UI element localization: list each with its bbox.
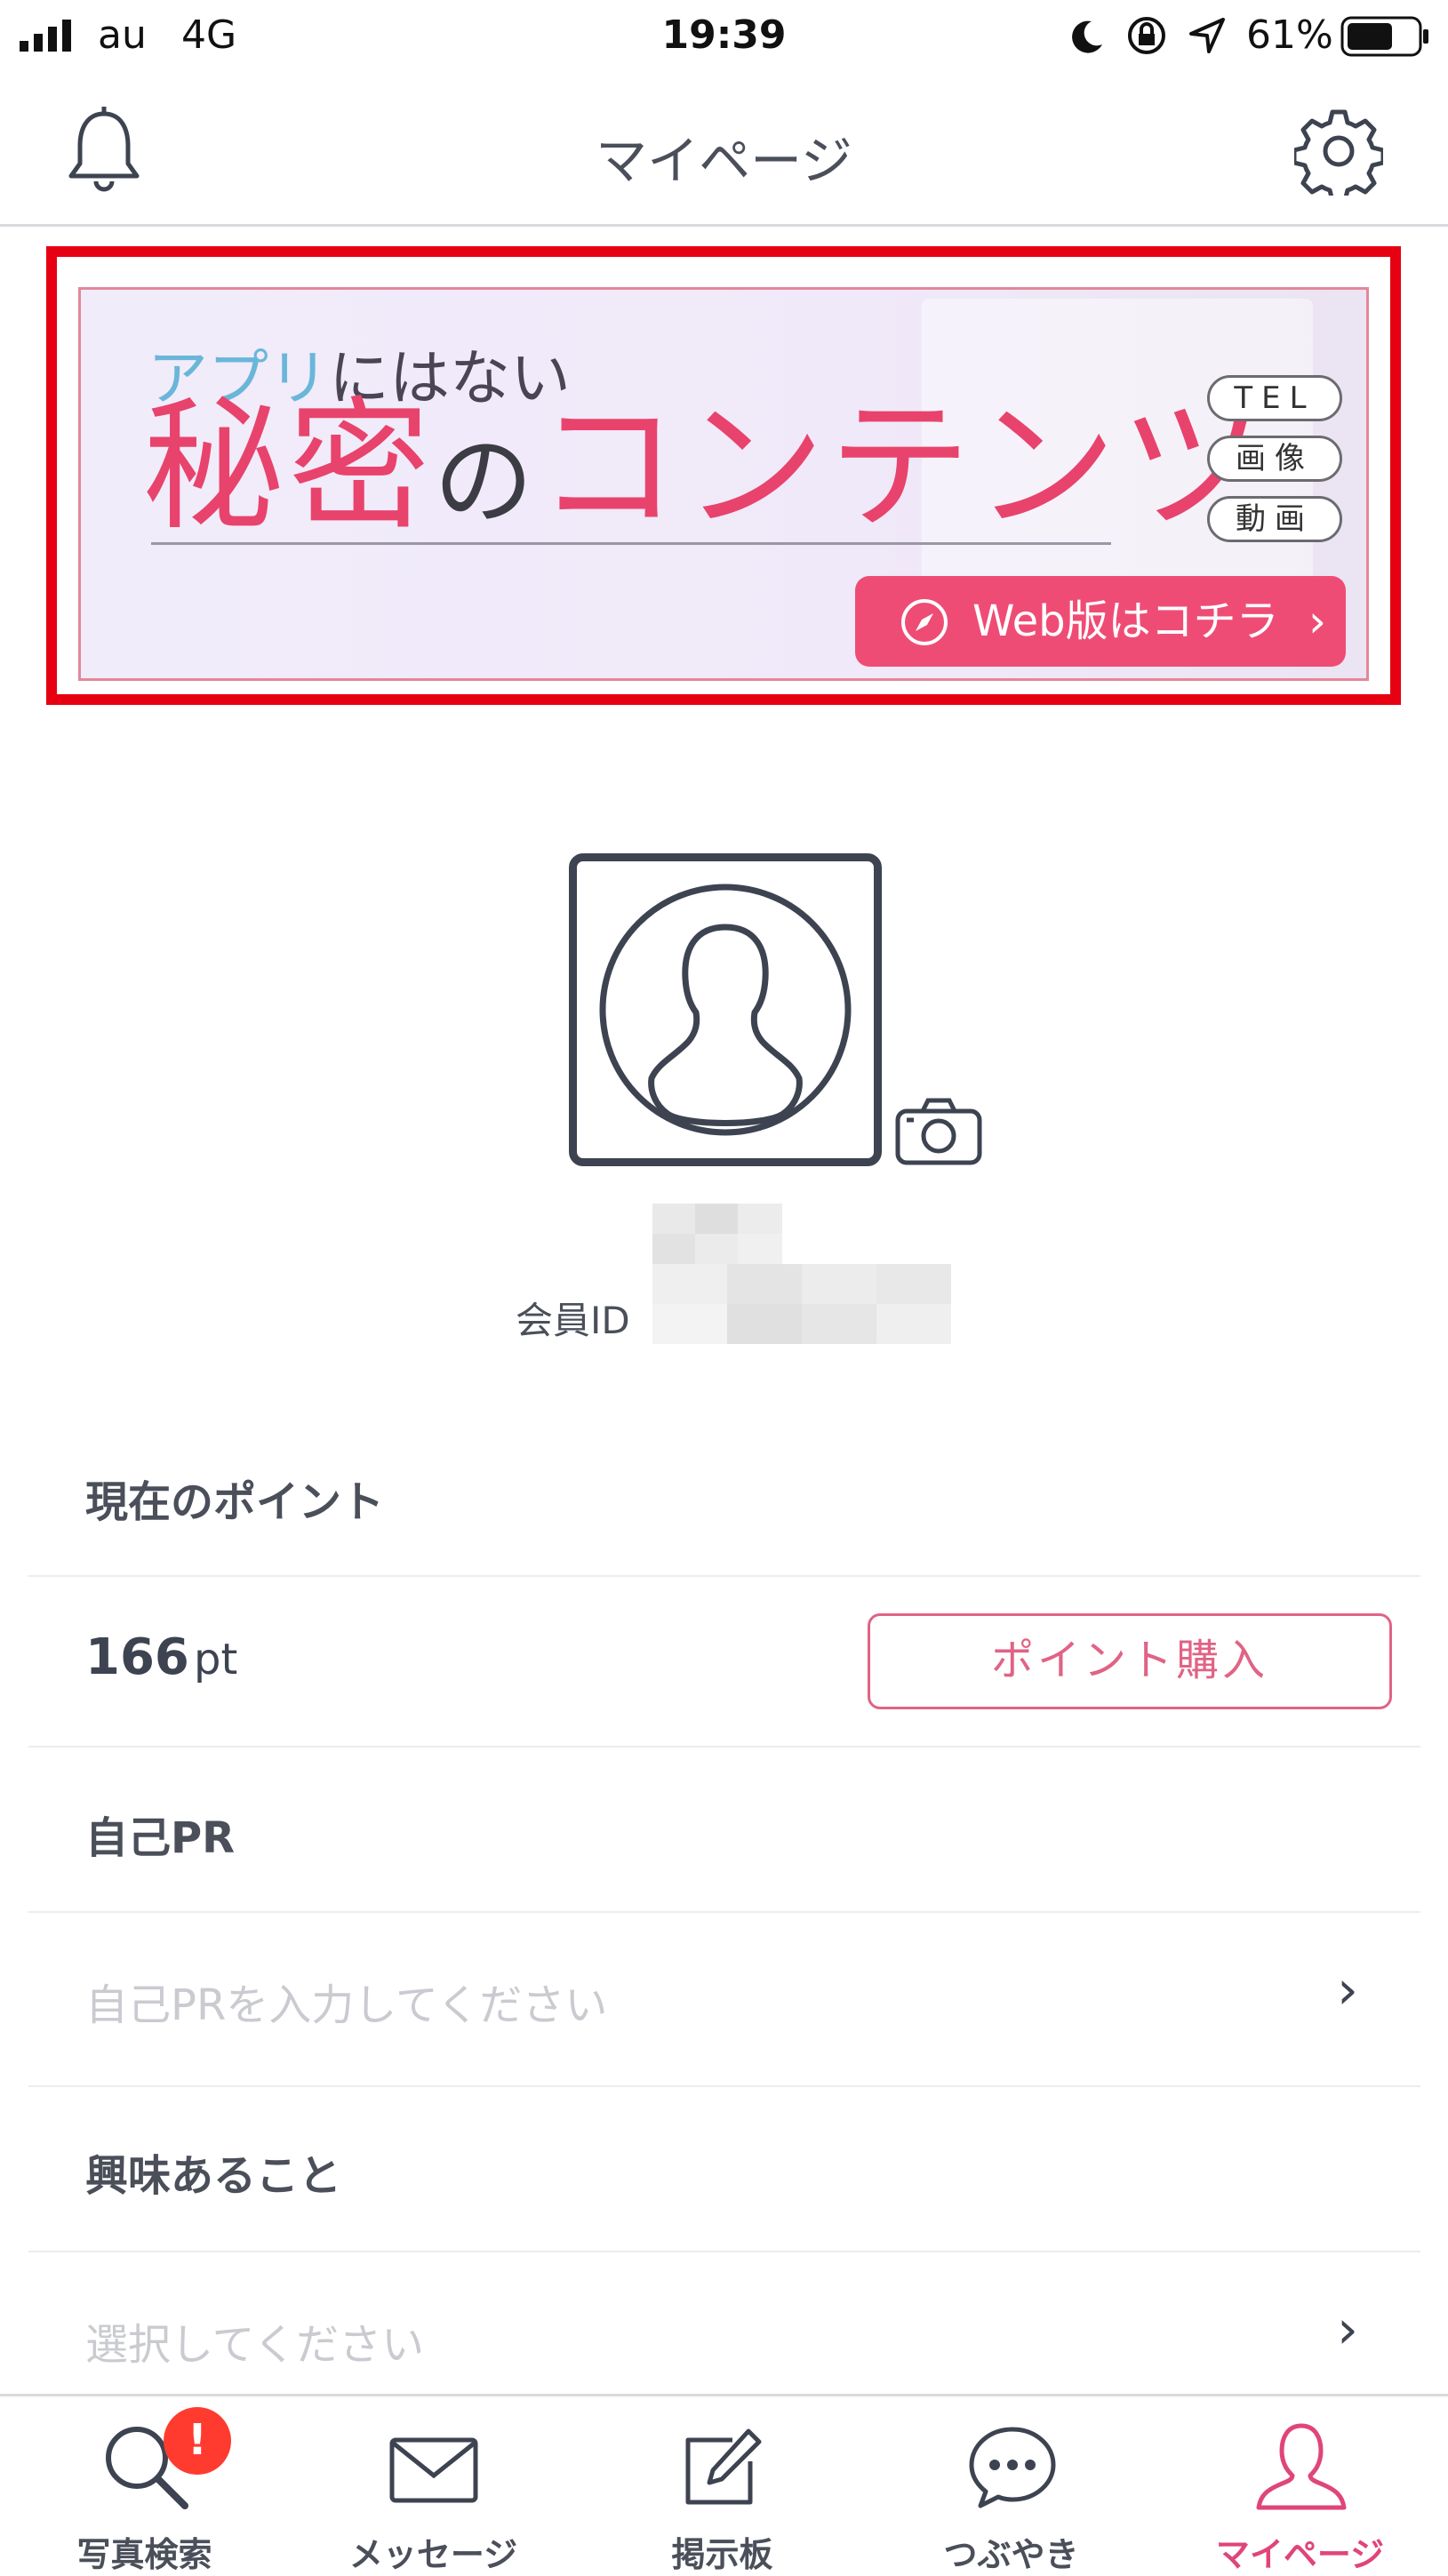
battery-percent: 61% xyxy=(1246,12,1333,58)
tab-label: メッセージ xyxy=(348,2535,518,2574)
self-pr-heading: 自己PR xyxy=(85,1813,236,1863)
self-pr-placeholder: 自己PRを入力してください xyxy=(85,1980,608,2030)
tab-tweets[interactable]: つぶやき xyxy=(867,2394,1156,2574)
chevron-right-icon: › xyxy=(1337,1959,1358,2021)
interests-heading: 興味あること xyxy=(85,2151,342,2201)
chat-bubble-icon xyxy=(969,2427,1056,2508)
banner-pill-tel: TEL xyxy=(1207,375,1342,421)
interests-row[interactable]: 選択してください › xyxy=(28,2252,1420,2393)
app-header: マイページ xyxy=(0,73,1448,227)
chevron-right-icon: › xyxy=(1308,596,1326,647)
web-version-button[interactable]: Web版はコチラ › xyxy=(855,576,1346,667)
tab-photo-search[interactable]: 写真検索 xyxy=(0,2394,289,2574)
tab-label: 掲示板 xyxy=(671,2535,773,2574)
user-icon xyxy=(1256,2423,1347,2510)
member-id-label: 会員ID xyxy=(516,1299,630,1342)
moon-icon xyxy=(1072,20,1102,53)
tab-my-page[interactable]: マイページ xyxy=(1156,2394,1444,2574)
page-title: マイページ xyxy=(596,131,852,191)
gear-icon[interactable] xyxy=(1294,107,1383,196)
clock: 19:39 xyxy=(661,12,787,58)
battery-icon xyxy=(1340,16,1428,57)
divider xyxy=(28,1746,1420,1748)
banner-headline: 秘密のコンテンツ xyxy=(142,396,1266,538)
notification-badge: ! xyxy=(164,2407,231,2475)
points-number: 166 xyxy=(85,1628,189,1686)
web-version-button-label: Web版はコチラ xyxy=(972,596,1279,646)
tab-label: 写真検索 xyxy=(76,2535,212,2574)
tab-label: マイページ xyxy=(1215,2535,1385,2574)
points-unit: pt xyxy=(194,1635,238,1684)
banner-headline-secret: 秘密 xyxy=(142,383,435,549)
chevron-right-icon: › xyxy=(1337,2299,1358,2361)
member-id-redacted xyxy=(652,1264,951,1344)
tab-messages[interactable]: メッセージ xyxy=(289,2394,578,2574)
tab-board[interactable]: 掲示板 xyxy=(578,2394,867,2574)
avatar[interactable] xyxy=(569,853,882,1166)
points-value: 166 pt xyxy=(85,1628,237,1686)
status-bar: au 4G 19:39 61% xyxy=(0,0,1448,73)
banner-underline xyxy=(151,542,1111,545)
banner-pill-image: 画像 xyxy=(1207,436,1342,482)
edit-icon xyxy=(685,2428,762,2505)
tab-label: つぶやき xyxy=(943,2535,1079,2574)
points-heading: 現在のポイント xyxy=(85,1477,385,1527)
self-pr-row[interactable]: 自己PRを入力してください › xyxy=(28,1913,1420,2084)
interests-placeholder: 選択してください xyxy=(85,2320,425,2370)
envelope-icon xyxy=(389,2437,478,2503)
divider xyxy=(28,1575,1420,1577)
camera-icon[interactable] xyxy=(894,1095,983,1166)
divider xyxy=(28,2085,1420,2087)
buy-points-button[interactable]: ポイント購入 xyxy=(868,1613,1392,1709)
user-silhouette-icon xyxy=(599,884,852,1136)
banner-pill-video: 動画 xyxy=(1207,496,1342,542)
location-icon xyxy=(1189,18,1225,53)
banner-headline-no: の xyxy=(434,424,538,540)
compass-icon xyxy=(901,599,948,645)
rotation-lock-icon xyxy=(1128,17,1165,54)
username-redacted xyxy=(652,1204,782,1264)
banner-headline-contents: コンテンツ xyxy=(537,383,1267,549)
